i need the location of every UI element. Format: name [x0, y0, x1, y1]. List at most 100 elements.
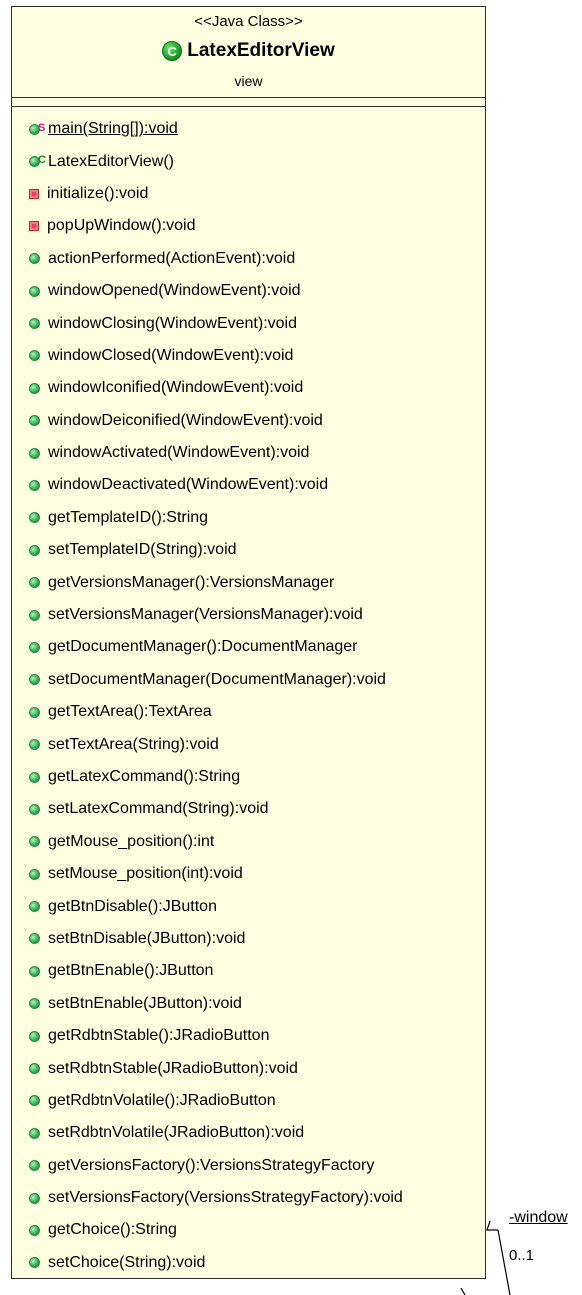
method-signature: setRdbtnStable(JRadioButton):void [48, 1059, 298, 1077]
method-signature: setMouse_position(int):void [48, 865, 243, 883]
method-signature: setTextArea(String):void [48, 735, 219, 753]
public-method-icon [29, 415, 40, 427]
method-signature: setBtnDisable(JButton):void [48, 929, 246, 947]
static-modifier-icon: S [38, 121, 46, 134]
public-method-icon [29, 739, 40, 751]
public-method-icon [29, 933, 40, 945]
method-row[interactable]: getBtnEnable():JButton [12, 955, 485, 987]
class-name: LatexEditorView [187, 40, 335, 61]
public-method-icon [29, 512, 40, 524]
public-method-icon [29, 1095, 40, 1107]
method-signature: getMouse_position():int [48, 832, 215, 850]
public-method-icon [29, 285, 40, 297]
public-method-icon [29, 803, 40, 815]
public-method-icon [29, 1127, 40, 1139]
public-method-icon [29, 479, 40, 491]
public-method-icon [29, 609, 40, 621]
method-row[interactable]: windowClosing(WindowEvent):void [12, 307, 485, 339]
method-row[interactable]: setDocumentManager(DocumentManager):void [12, 664, 485, 696]
method-signature: windowClosed(WindowEvent):void [48, 346, 294, 364]
method-row[interactable]: setLatexCommand(String):void [12, 793, 485, 825]
method-row[interactable]: windowOpened(WindowEvent):void [12, 275, 485, 307]
method-row[interactable]: getRdbtnVolatile():JRadioButton [12, 1085, 485, 1117]
public-method-icon [29, 253, 40, 265]
method-signature: setRdbtnVolatile(JRadioButton):void [48, 1124, 305, 1142]
method-row[interactable]: actionPerformed(ActionEvent):void [12, 243, 485, 275]
public-method-icon: C [29, 155, 46, 168]
private-method-icon [29, 221, 39, 232]
method-row[interactable]: setTemplateID(String):void [12, 534, 485, 566]
public-method-icon: S [29, 122, 45, 135]
method-row[interactable]: getVersionsManager():VersionsManager [12, 566, 485, 598]
method-row[interactable]: setBtnDisable(JButton):void [12, 923, 485, 955]
method-row[interactable]: getTextArea():TextArea [12, 696, 485, 728]
method-signature: popUpWindow():void [47, 217, 196, 235]
method-signature: windowIconified(WindowEvent):void [48, 379, 304, 397]
public-method-icon [29, 674, 40, 686]
method-signature: windowActivated(WindowEvent):void [48, 444, 310, 462]
public-method-icon [29, 1192, 40, 1204]
method-row[interactable]: windowDeiconified(WindowEvent):void [12, 405, 485, 437]
method-row[interactable]: setChoice(String):void [12, 1247, 485, 1279]
method-signature: getVersionsFactory():VersionsStrategyFac… [48, 1156, 375, 1174]
package-label: view [234, 73, 263, 89]
method-signature: setBtnEnable(JButton):void [48, 994, 242, 1012]
method-row[interactable]: getRdbtnStable():JRadioButton [12, 1020, 485, 1052]
association-role-label: -window [509, 1209, 568, 1226]
method-row[interactable]: setMouse_position(int):void [12, 858, 485, 890]
method-row[interactable]: getTemplateID():String [12, 502, 485, 534]
method-row[interactable]: getBtnDisable():JButton [12, 890, 485, 922]
navigability-arrowhead [486, 1220, 498, 1231]
constructor-modifier-icon: C [38, 154, 46, 167]
method-row[interactable]: setVersionsManager(VersionsManager):void [12, 599, 485, 631]
method-row[interactable]: setVersionsFactory(VersionsStrategyFacto… [12, 1182, 485, 1214]
method-row[interactable]: getLatexCommand():String [12, 761, 485, 793]
method-row[interactable]: popUpWindow():void [12, 210, 485, 242]
method-signature: getRdbtnStable():JRadioButton [48, 1027, 270, 1045]
class-icon-letter: C [167, 43, 177, 59]
class-icon: C [162, 41, 183, 61]
method-signature: getVersionsManager():VersionsManager [48, 573, 335, 591]
method-signature: windowClosing(WindowEvent):void [48, 314, 297, 332]
method-signature: initialize():void [47, 184, 149, 202]
public-method-icon [29, 1257, 40, 1269]
public-method-icon [29, 1030, 40, 1042]
method-row[interactable]: setBtnEnable(JButton):void [12, 988, 485, 1020]
public-method-icon [29, 350, 40, 362]
public-method-icon [29, 706, 40, 718]
public-method-icon [29, 447, 40, 459]
method-row[interactable]: setRdbtnStable(JRadioButton):void [12, 1052, 485, 1084]
method-row[interactable]: getDocumentManager():DocumentManager [12, 631, 485, 663]
method-signature: actionPerformed(ActionEvent):void [48, 249, 296, 267]
method-signature: setDocumentManager(DocumentManager):void [48, 670, 386, 688]
method-signature: windowDeiconified(WindowEvent):void [48, 411, 323, 429]
method-row[interactable]: windowClosed(WindowEvent):void [12, 340, 485, 372]
public-method-icon [29, 318, 40, 330]
private-method-icon [29, 188, 39, 199]
public-method-icon [29, 998, 40, 1010]
method-row[interactable]: setTextArea(String):void [12, 728, 485, 760]
public-method-icon [29, 544, 40, 556]
public-method-icon [29, 836, 40, 848]
public-method-icon [29, 771, 40, 783]
method-row[interactable]: windowActivated(WindowEvent):void [12, 437, 485, 469]
public-method-icon [29, 901, 40, 913]
class-box-latexeditorview[interactable]: <<Java Class>> C LatexEditorView view Sm… [11, 6, 486, 1279]
method-signature: setVersionsManager(VersionsManager):void [48, 606, 363, 624]
class-title-row: C LatexEditorView [12, 40, 485, 62]
method-row[interactable]: C LatexEditorView() [12, 145, 485, 177]
method-row[interactable]: getVersionsFactory():VersionsStrategyFac… [12, 1150, 485, 1182]
class-header: <<Java Class>> C LatexEditorView view [12, 7, 485, 98]
public-method-icon [29, 577, 40, 589]
method-signature: main(String[]):void [48, 120, 178, 138]
method-row[interactable]: initialize():void [12, 178, 485, 210]
method-signature: getTextArea():TextArea [48, 703, 212, 721]
public-method-icon [29, 1160, 40, 1172]
method-row[interactable]: Smain(String[]):void [12, 113, 485, 145]
method-row[interactable]: setRdbtnVolatile(JRadioButton):void [12, 1117, 485, 1149]
method-row[interactable]: getMouse_position():int [12, 826, 485, 858]
method-row[interactable]: windowDeactivated(WindowEvent):void [12, 469, 485, 501]
method-row[interactable]: windowIconified(WindowEvent):void [12, 372, 485, 404]
method-row[interactable]: getChoice():String [12, 1214, 485, 1246]
public-method-icon [29, 382, 40, 394]
